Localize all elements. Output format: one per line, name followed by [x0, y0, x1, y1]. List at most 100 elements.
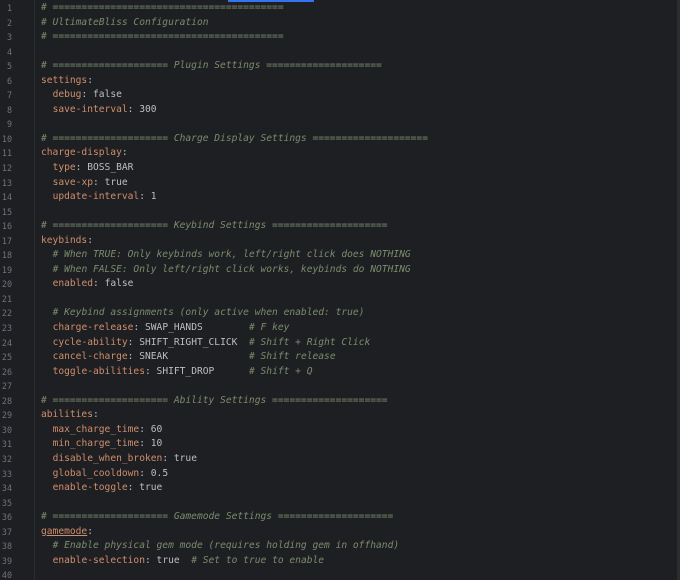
code-line[interactable]: 31 min_charge_time: 10 [0, 437, 680, 452]
line-code: charge-release: SWAP_HANDS # F key [41, 321, 290, 336]
yaml-punctuation: : [144, 554, 157, 566]
line-code: settings: [41, 74, 93, 89]
code-line[interactable]: 32 disable_when_broken: true [0, 452, 680, 467]
code-line[interactable]: 12 type: BOSS_BAR [0, 161, 680, 176]
yaml-key: enable-selection [52, 554, 145, 566]
code-line[interactable]: 10 # ==================== Charge Display … [0, 132, 680, 147]
code-line[interactable]: 1 # =====================================… [0, 1, 680, 16]
code-line[interactable]: 15 [0, 205, 680, 220]
code-lines: 1 # =====================================… [0, 1, 680, 580]
line-number: 3 [6, 32, 12, 43]
code-line[interactable]: 37 gamemode: [0, 525, 680, 540]
line-number: 33 [1, 468, 12, 479]
code-line[interactable]: 18 # When TRUE: Only keybinds work, left… [0, 248, 680, 263]
yaml-value [41, 249, 53, 260]
yaml-key: min_charge_time [52, 438, 140, 450]
line-number: 13 [1, 177, 12, 188]
line-number: 37 [1, 526, 12, 537]
yaml-key: enable-toggle [52, 482, 128, 494]
code-line[interactable]: 11 charge-display: [0, 146, 680, 161]
line-code: cancel-charge: SNEAK # Shift release [41, 350, 336, 365]
yaml-value: true [104, 176, 128, 188]
code-line[interactable]: 5 # ==================== Plugin Settings … [0, 59, 680, 74]
line-number: 4 [6, 46, 12, 57]
yaml-value [41, 366, 53, 377]
yaml-punctuation: : [139, 438, 151, 450]
code-line[interactable]: 17 keybinds: [0, 234, 680, 249]
yaml-key: disable_when_broken [52, 452, 163, 464]
code-line[interactable]: 9 [0, 117, 680, 132]
yaml-value [41, 177, 53, 188]
yaml-comment: # F key [248, 322, 290, 334]
line-code: # ======================================… [41, 1, 284, 16]
line-code: charge-display: [41, 146, 128, 161]
code-line[interactable]: 40 [0, 568, 680, 580]
line-number: 2 [6, 17, 12, 28]
line-code: disable_when_broken: true [41, 452, 197, 467]
code-line[interactable]: 25 cancel-charge: SNEAK # Shift release [0, 350, 680, 365]
code-line[interactable]: 19 # When FALSE: Only left/right click w… [0, 263, 680, 278]
yaml-key: save-xp [52, 176, 93, 188]
code-line[interactable]: 36 # ==================== Gamemode Settin… [0, 510, 680, 525]
line-code: max_charge_time: 60 [41, 423, 163, 438]
line-number: 28 [1, 395, 12, 406]
line-code: # Enable physical gem mode (requires hol… [41, 539, 400, 554]
yaml-comment: # ==================== Keybind Settings … [41, 220, 388, 232]
yaml-punctuation: : [162, 452, 174, 464]
code-line[interactable]: 38 # Enable physical gem mode (requires … [0, 539, 680, 554]
code-line[interactable]: 33 global_cooldown: 0.5 [0, 467, 680, 482]
yaml-punctuation: : [144, 365, 157, 377]
line-number: 16 [1, 221, 12, 232]
line-code: type: BOSS_BAR [41, 161, 134, 176]
code-line[interactable]: 2 # UltimateBliss Configuration [0, 16, 680, 31]
code-line[interactable]: 3 # =====================================… [0, 30, 680, 45]
line-code: # ==================== Plugin Settings =… [41, 59, 382, 74]
line-number: 1 [6, 3, 12, 13]
code-editor[interactable]: 1 # =====================================… [0, 0, 680, 580]
line-code: # When TRUE: Only keybinds work, left/ri… [41, 248, 411, 263]
yaml-punctuation: : [127, 482, 140, 494]
line-number: 17 [1, 235, 12, 246]
code-line[interactable]: 34 enable-toggle: true [0, 481, 680, 496]
line-code: # UltimateBliss Configuration [41, 16, 209, 31]
code-line[interactable]: 7 debug: false [0, 88, 680, 103]
line-number: 27 [1, 381, 12, 392]
yaml-value: SHIFT_RIGHT_CLICK [139, 336, 249, 348]
code-line[interactable]: 16 # ==================== Keybind Setting… [0, 219, 680, 234]
line-code: # ======================================… [41, 30, 284, 45]
code-line[interactable]: 4 [0, 45, 680, 60]
line-number: 21 [1, 293, 12, 304]
code-line[interactable]: 22 # Keybind assignments (only active wh… [0, 306, 680, 321]
yaml-value [41, 307, 53, 318]
code-line[interactable]: 28 # ==================== Ability Setting… [0, 394, 680, 409]
yaml-key: type [52, 162, 76, 174]
line-number: 9 [6, 119, 12, 130]
yaml-value: false [104, 278, 134, 290]
code-line[interactable]: 27 [0, 379, 680, 394]
line-code: global_cooldown: 0.5 [41, 467, 169, 482]
code-line[interactable]: 20 enabled: false [0, 277, 680, 292]
line-code: debug: false [41, 88, 122, 103]
line-code: save-interval: 300 [41, 103, 157, 118]
code-line[interactable]: 35 [0, 496, 680, 511]
yaml-key: cancel-charge [52, 351, 128, 363]
yaml-punctuation: : [87, 74, 93, 86]
code-line[interactable]: 14 update-interval: 1 [0, 190, 680, 205]
code-line[interactable]: 13 save-xp: true [0, 176, 680, 191]
code-line[interactable]: 21 [0, 292, 680, 307]
code-line[interactable]: 6 settings: [0, 74, 680, 89]
yaml-key: keybinds [41, 234, 88, 246]
yaml-value [41, 351, 53, 362]
code-line[interactable]: 29 abilities: [0, 408, 680, 423]
yaml-comment: # ==================== Charge Display Se… [41, 132, 428, 144]
code-line[interactable]: 8 save-interval: 300 [0, 103, 680, 118]
code-line[interactable]: 23 charge-release: SWAP_HANDS # F key [0, 321, 680, 336]
yaml-comment: # Enable physical gem mode (requires hol… [52, 540, 400, 552]
line-number: 7 [6, 90, 12, 101]
code-line[interactable]: 30 max_charge_time: 60 [0, 423, 680, 438]
code-line[interactable]: 39 enable-selection: true # Set to true … [0, 554, 680, 569]
yaml-key: global_cooldown [52, 467, 140, 479]
yaml-value [41, 89, 53, 100]
code-line[interactable]: 26 toggle-abilities: SHIFT_DROP # Shift … [0, 365, 680, 380]
code-line[interactable]: 24 cycle-ability: SHIFT_RIGHT_CLICK # Sh… [0, 336, 680, 351]
